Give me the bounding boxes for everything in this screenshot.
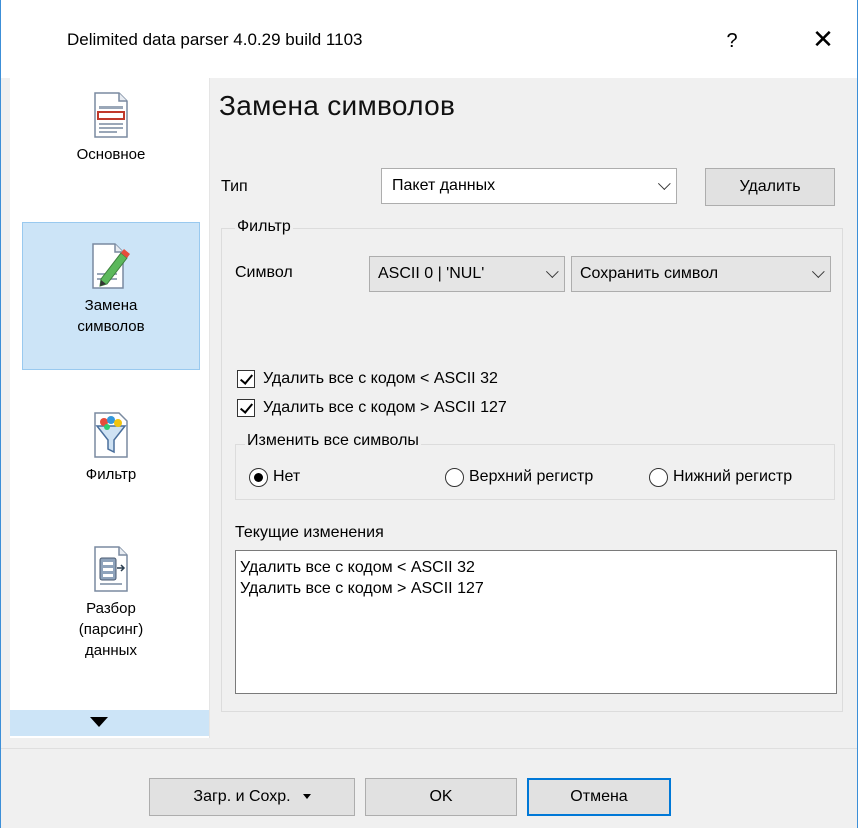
sidebar-item-label: (парсинг) (78, 621, 144, 638)
sidebar-item-label: Фильтр (85, 466, 137, 483)
triangle-down-icon (90, 717, 108, 727)
sidebar-scroll-down-button[interactable] (10, 710, 209, 736)
current-changes-list[interactable]: Удалить все с кодом < ASCII 32 Удалить в… (235, 550, 837, 694)
page-title: Замена символов (219, 90, 456, 121)
radio-unselected-icon (445, 468, 464, 487)
pencil-document-icon (92, 243, 130, 289)
case-lower-radio[interactable]: Нижний регистр (649, 466, 835, 488)
symbol-select[interactable]: ASCII 0 | 'NUL' (369, 256, 565, 292)
dialog-window: Delimited data parser 4.0.29 build 1103 … (0, 0, 858, 828)
sidebar-item-filter[interactable]: Фильтр (22, 412, 200, 512)
chevron-down-icon (811, 265, 825, 279)
load-save-label: Загр. и Сохр. (193, 788, 291, 805)
checkbox-label: Удалить все с кодом > ASCII 127 (263, 399, 507, 416)
radio-label: Верхний регистр (469, 468, 594, 485)
symbol-action-select[interactable]: Сохранить символ (571, 256, 831, 292)
sidebar-item-basic[interactable]: Основное (22, 92, 200, 204)
radio-label: Нет (273, 468, 301, 485)
sidebar-item-label: символов (77, 318, 145, 335)
title-bar: Delimited data parser 4.0.29 build 1103 … (1, 0, 857, 78)
sidebar-item-parsing[interactable]: Разбор (парсинг) данных (22, 546, 200, 676)
checkbox-checked-icon (237, 399, 255, 417)
current-changes-label: Текущие изменения (235, 524, 384, 541)
case-upper-radio[interactable]: Верхний регистр (445, 466, 593, 488)
type-select-value: Пакет данных (392, 177, 496, 194)
filter-group-legend: Фильтр (235, 218, 293, 236)
change-line: Удалить все с кодом < ASCII 32 (240, 559, 475, 576)
case-group-legend: Изменить все символы (245, 432, 421, 450)
symbol-select-value: ASCII 0 | 'NUL' (378, 265, 485, 282)
delete-button[interactable]: Удалить (705, 168, 835, 206)
parser-document-icon (94, 546, 128, 592)
symbol-label: Символ (235, 264, 293, 281)
sidebar-nav: Основное Замена символов Фильтр Разбор (… (10, 78, 210, 738)
radio-unselected-icon (649, 468, 668, 487)
type-select[interactable]: Пакет данных (381, 168, 677, 204)
ok-button[interactable]: OK (365, 778, 517, 816)
sidebar-item-label: Разбор (86, 600, 136, 617)
load-save-button[interactable]: Загр. и Сохр. (149, 778, 355, 816)
case-none-radio[interactable]: Нет (249, 466, 300, 488)
remove-below-32-checkbox[interactable]: Удалить все с кодом < ASCII 32 (237, 368, 498, 390)
checkbox-label: Удалить все с кодом < ASCII 32 (263, 370, 498, 387)
close-button[interactable]: ✕ (805, 24, 841, 58)
checkbox-checked-icon (237, 370, 255, 388)
cancel-button[interactable]: Отмена (527, 778, 671, 816)
chevron-down-icon (545, 265, 559, 279)
symbol-action-value: Сохранить символ (580, 265, 719, 282)
sidebar-item-label: Основное (76, 146, 146, 163)
type-label: Тип (221, 178, 248, 195)
chevron-down-icon (657, 177, 671, 191)
sidebar-item-label: данных (85, 642, 137, 659)
document-icon (94, 92, 128, 138)
remove-above-127-checkbox[interactable]: Удалить все с кодом > ASCII 127 (237, 397, 507, 419)
funnel-icon (94, 412, 128, 458)
help-button[interactable]: ? (717, 26, 747, 56)
radio-selected-icon (249, 468, 268, 487)
footer-divider (1, 748, 857, 749)
radio-label: Нижний регистр (673, 468, 793, 485)
dropdown-arrow-icon (302, 794, 311, 800)
sidebar-item-label: Замена (84, 297, 138, 314)
change-line: Удалить все с кодом > ASCII 127 (240, 580, 484, 597)
window-title: Delimited data parser 4.0.29 build 1103 (67, 30, 363, 49)
sidebar-item-char-replace[interactable]: Замена символов (22, 222, 200, 370)
